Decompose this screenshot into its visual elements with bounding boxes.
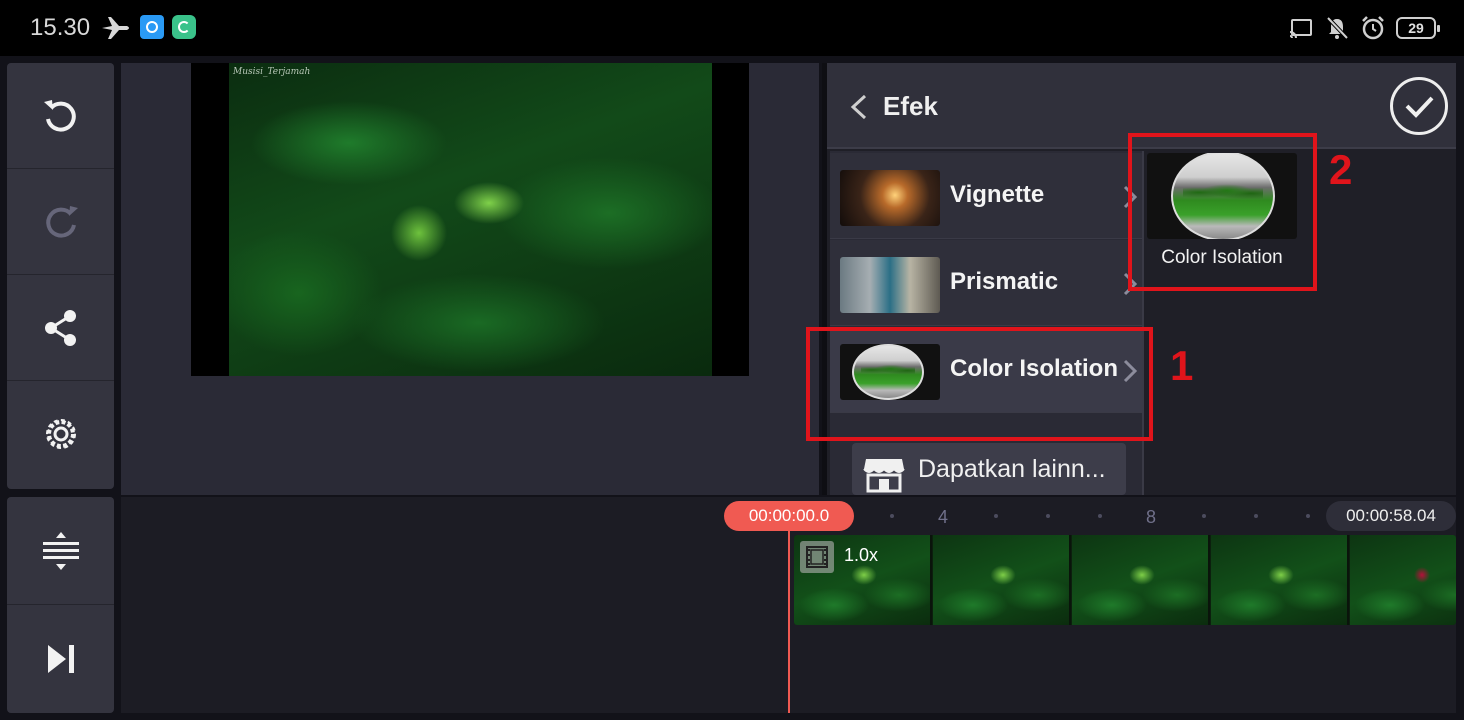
video-preview[interactable]: Musisi_Terjamah: [191, 63, 749, 376]
sync-app-icon: [172, 15, 196, 39]
ruler-label: 4: [938, 507, 949, 527]
timeline-expand-icon: [42, 531, 79, 570]
left-toolbar-top: [7, 63, 114, 489]
clip-frame: [1072, 535, 1210, 625]
back-chevron-icon[interactable]: [847, 93, 871, 121]
ruler-dot: [1202, 514, 1206, 518]
share-icon: [44, 309, 76, 346]
ruler-label: 8: [1146, 507, 1157, 527]
airplane-mode-icon: [102, 17, 129, 39]
share-button[interactable]: [7, 275, 114, 381]
left-toolbar-bottom: [7, 497, 114, 713]
total-duration: 00:00:58.04: [1326, 501, 1456, 531]
panel-title: Efek: [883, 91, 938, 121]
effect-item-vignette[interactable]: Vignette: [830, 153, 1142, 239]
skip-to-end-icon: [47, 645, 74, 673]
annotation-box-2: [1128, 133, 1317, 291]
redo-button[interactable]: [7, 169, 114, 275]
video-watermark: Musisi_Terjamah: [233, 67, 311, 77]
confirm-button[interactable]: [1390, 77, 1448, 135]
current-timecode: 00:00:00.0: [724, 501, 854, 531]
app-notification-icon: [140, 15, 164, 39]
settings-button[interactable]: [7, 381, 114, 487]
film-icon: [800, 541, 834, 573]
get-more-label: Dapatkan lainn...: [918, 455, 1106, 483]
ruler-dot: [1254, 514, 1258, 518]
battery-icon: 29: [1396, 17, 1440, 39]
clip-frame: [933, 535, 1071, 625]
status-bar: 15.30 29: [0, 0, 1464, 56]
vignette-thumbnail: [840, 170, 940, 226]
annotation-number-2: 2: [1329, 146, 1353, 193]
effect-list: Vignette Prismatic Color Isolation Dapat…: [830, 151, 1144, 495]
undo-icon: [43, 99, 76, 132]
undo-button[interactable]: [7, 63, 114, 169]
checkmark-icon: [1405, 96, 1434, 118]
status-time: 15.30: [30, 14, 91, 41]
annotation-box-1: [806, 327, 1153, 441]
ruler-dot: [1046, 514, 1050, 518]
skip-to-end-button[interactable]: [7, 605, 114, 713]
status-icons: 29: [1288, 14, 1440, 42]
cast-icon: [1289, 19, 1312, 39]
notifications-off-icon: [1326, 16, 1349, 40]
store-icon: [863, 459, 905, 493]
ruler-dot: [1306, 514, 1310, 518]
annotation-number-1: 1: [1170, 342, 1194, 389]
effect-item-label: Prismatic: [950, 268, 1059, 295]
ruler-dot: [994, 514, 998, 518]
effect-item-label: Vignette: [950, 181, 1045, 208]
ruler-dot: [1098, 514, 1102, 518]
ruler-dot: [890, 514, 894, 518]
prismatic-thumbnail: [840, 257, 940, 313]
video-frame-image: [229, 63, 712, 376]
get-more-button[interactable]: Dapatkan lainn...: [852, 443, 1126, 495]
timeline-expand-button[interactable]: [7, 497, 114, 605]
video-clip[interactable]: 1.0x: [794, 535, 1456, 625]
settings-icon: [45, 419, 76, 449]
alarm-icon: [1362, 16, 1384, 40]
clip-frame: [1211, 535, 1349, 625]
effect-item-prismatic[interactable]: Prismatic: [830, 240, 1142, 326]
clip-frame: [1350, 535, 1456, 625]
redo-icon: [45, 205, 78, 238]
timeline[interactable]: 4 8 1.0x 00:00:00.0 00:00:58.04: [121, 497, 1456, 713]
playhead[interactable]: [788, 531, 790, 713]
video-preview-area: Musisi_Terjamah: [121, 63, 819, 495]
clip-speed-label: 1.0x: [844, 545, 879, 565]
